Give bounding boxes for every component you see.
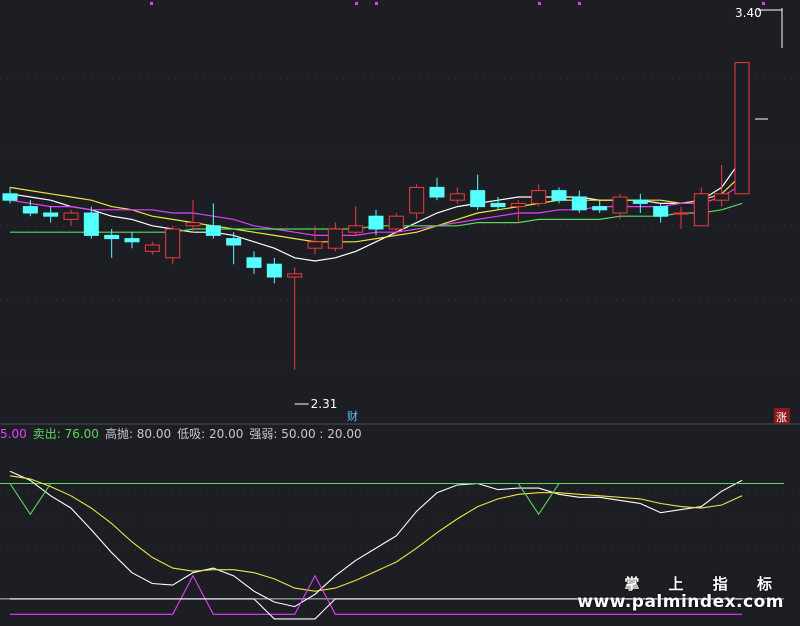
indicator-line	[9, 482, 742, 516]
candle-body	[612, 196, 628, 214]
candle-body	[185, 222, 201, 227]
top-marker-dots	[150, 2, 765, 5]
indicator-legend: 5.00 卖出: 76.00 高抛: 80.00 低吸: 20.00 强弱: 50.00…	[0, 425, 368, 443]
top-marker	[150, 2, 153, 5]
stock-chart: 3.40 2.31 财 涨	[0, 2, 800, 620]
candle-body	[632, 199, 648, 204]
candle-body	[409, 186, 425, 214]
candle-body	[531, 190, 547, 204]
candle-body	[734, 62, 750, 195]
candle-body	[165, 228, 181, 259]
candle-body	[2, 193, 18, 201]
candle-body	[551, 190, 567, 201]
candle-body	[226, 238, 242, 246]
candle-body	[693, 193, 709, 227]
finance-badge: 财	[347, 409, 358, 423]
candle-body	[43, 212, 59, 217]
candle-body	[571, 196, 587, 211]
candle-body	[429, 186, 445, 198]
candle-body	[246, 257, 262, 268]
candle-body	[144, 244, 160, 252]
top-marker	[538, 2, 541, 5]
candle-body	[104, 234, 120, 240]
candle-body	[348, 225, 364, 233]
top-marker	[578, 2, 581, 5]
candle-body	[510, 202, 526, 208]
candle-body	[327, 228, 343, 249]
price-labels: 3.40 2.31 财 涨	[294, 6, 790, 424]
candle-body	[490, 202, 506, 208]
candle-body	[592, 206, 608, 211]
candle-body	[63, 212, 79, 220]
indicator-label: 低吸: 20.00	[177, 427, 244, 441]
indicator-label: 强弱: 50.00 : 20.00	[249, 427, 362, 441]
indicator-label: 高抛: 80.00	[104, 427, 172, 441]
top-marker	[762, 2, 765, 5]
candle-body	[22, 206, 38, 214]
candle-body	[205, 225, 221, 236]
candle-body	[470, 190, 486, 208]
candle-body	[714, 193, 730, 201]
candle-body	[653, 206, 669, 217]
candle-body	[266, 263, 282, 278]
watermark-cn: 掌 上 指 标	[624, 575, 784, 593]
candle-body	[287, 273, 303, 278]
candle-body	[388, 215, 404, 230]
top-marker	[375, 2, 378, 5]
candle-body	[449, 193, 465, 201]
candle-body	[673, 212, 689, 215]
candle-body	[368, 215, 384, 230]
low-price-label: 2.31	[311, 397, 338, 411]
watermark-url: www.palmindex.com	[577, 592, 784, 612]
indicator-label: 卖出: 76.00	[32, 427, 99, 441]
indicator-label: 5.00	[0, 427, 27, 441]
rise-badge: 涨	[776, 411, 787, 424]
candle-body	[83, 212, 99, 236]
top-marker	[355, 2, 358, 5]
candle-body	[124, 238, 140, 243]
grid-layer	[0, 77, 800, 551]
high-price-label: 3.40	[735, 6, 762, 20]
candle-body	[307, 241, 323, 249]
